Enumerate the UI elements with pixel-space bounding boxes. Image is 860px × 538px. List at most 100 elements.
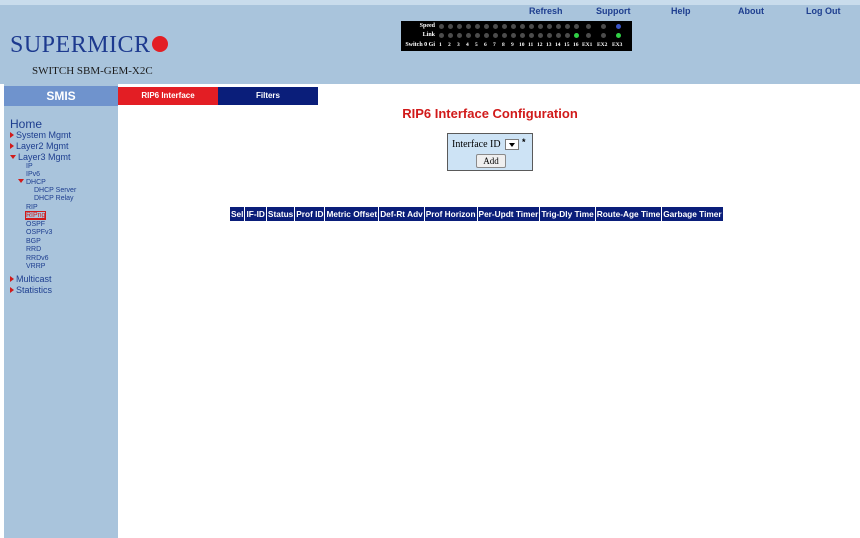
- home-link[interactable]: Home: [10, 117, 42, 131]
- speed-led-11: [529, 24, 534, 29]
- port-number-11: 11: [528, 42, 534, 48]
- link-led-10: [520, 33, 525, 38]
- col-header-metric-offset: Metric Offset: [324, 206, 380, 222]
- link-led-1: [439, 33, 444, 38]
- tab-rip6-interface[interactable]: RIP6 Interface: [118, 87, 218, 105]
- nav-system-mgmt[interactable]: System Mgmt: [10, 130, 71, 140]
- speed-led-5: [475, 24, 480, 29]
- page-title: RIP6 Interface Configuration: [402, 106, 578, 121]
- speed-led-14: [556, 24, 561, 29]
- top-links: Refresh Support Help About Log Out: [0, 6, 860, 20]
- col-header-prof-id: Prof ID: [294, 206, 326, 222]
- interface-form: Interface ID * Add: [447, 133, 533, 171]
- port-row-label: Switch 0 Gi: [405, 42, 435, 48]
- port-number-6: 6: [484, 42, 487, 48]
- logo-red-dot: [151, 36, 168, 52]
- add-button[interactable]: Add: [476, 154, 506, 168]
- speed-led-8: [502, 24, 507, 29]
- interface-id-select[interactable]: [505, 139, 519, 150]
- port-number-16: 16: [573, 42, 579, 48]
- port-number-13: 13: [546, 42, 552, 48]
- port-number-15: 15: [564, 42, 570, 48]
- nav-layer2-mgmt[interactable]: Layer2 Mgmt: [10, 141, 69, 151]
- link-led-8: [502, 33, 507, 38]
- speed-led-1: [439, 24, 444, 29]
- nav-ip[interactable]: IP: [26, 163, 33, 170]
- nav-dhcp[interactable]: DHCP: [18, 179, 46, 186]
- link-led-4: [466, 33, 471, 38]
- speed-led-12: [538, 24, 543, 29]
- nav-rip[interactable]: RIP: [26, 204, 38, 211]
- col-header-garbage-timer: Garbage Timer: [661, 206, 724, 222]
- table-header-row: Sel IF-ID Status Prof ID Metric Offset D…: [228, 206, 724, 222]
- expanded-arrow-icon: [10, 155, 16, 159]
- nav-layer3-mgmt[interactable]: Layer3 Mgmt: [10, 152, 71, 162]
- nav-dhcp-relay[interactable]: DHCP Relay: [34, 195, 74, 202]
- port-number-ex1: EX1: [582, 42, 593, 48]
- support-link[interactable]: Support: [596, 6, 631, 16]
- nav-ospfv3[interactable]: OSPFv3: [26, 229, 52, 236]
- supermicro-logo: SUPERMICR: [10, 30, 168, 60]
- help-link[interactable]: Help: [671, 6, 691, 16]
- port-number-ex2: EX2: [597, 42, 608, 48]
- link-led-14: [556, 33, 561, 38]
- speed-led-7: [493, 24, 498, 29]
- switch-model-name: SWITCH SBM-GEM-X2C: [32, 65, 153, 77]
- link-led-7: [493, 33, 498, 38]
- link-led-5: [475, 33, 480, 38]
- link-led-ex3: [616, 33, 621, 38]
- collapsed-arrow-icon: [10, 276, 14, 282]
- nav-rrdv6[interactable]: RRDv6: [26, 255, 49, 262]
- port-number-row: Switch 0 Gi 1 2 3 4 5 6 7 8 9 10 11 12 1…: [401, 41, 632, 50]
- speed-row: Speed: [401, 22, 632, 31]
- port-number-8: 8: [502, 42, 505, 48]
- speed-led-15: [565, 24, 570, 29]
- col-header-if-id: IF-ID: [244, 206, 267, 222]
- link-led-9: [511, 33, 516, 38]
- nav-multicast[interactable]: Multicast: [10, 274, 52, 284]
- rip6-interface-table: Sel IF-ID Status Prof ID Metric Offset D…: [228, 206, 724, 222]
- nav-rrd[interactable]: RRD: [26, 246, 41, 253]
- speed-led-2: [448, 24, 453, 29]
- port-number-2: 2: [448, 42, 451, 48]
- link-led-16: [574, 33, 579, 38]
- col-header-status: Status: [265, 206, 296, 222]
- nav-ospf[interactable]: OSPF: [26, 221, 45, 228]
- expanded-arrow-icon: [18, 179, 24, 183]
- speed-led-3: [457, 24, 462, 29]
- nav-dhcp-server[interactable]: DHCP Server: [34, 187, 76, 194]
- smis-header: SMIS: [4, 86, 118, 106]
- sidebar: SMIS Home System Mgmt Layer2 Mgmt Layer3…: [4, 84, 118, 538]
- port-number-3: 3: [457, 42, 460, 48]
- header-top-strip: [0, 0, 860, 5]
- link-led-15: [565, 33, 570, 38]
- nav-ipv6[interactable]: IPv6: [26, 171, 40, 178]
- speed-led-4: [466, 24, 471, 29]
- chevron-down-icon: [509, 143, 515, 147]
- speed-led-9: [511, 24, 516, 29]
- nav-vrrp[interactable]: VRRP: [26, 263, 45, 270]
- speed-led-ex1: [586, 24, 591, 29]
- col-header-def-rt-adv: Def-Rt Adv: [378, 206, 425, 222]
- collapsed-arrow-icon: [10, 132, 14, 138]
- refresh-link[interactable]: Refresh: [529, 6, 563, 16]
- port-number-1: 1: [439, 42, 442, 48]
- link-led-2: [448, 33, 453, 38]
- link-row-label: Link: [422, 32, 435, 38]
- nav-ripng[interactable]: RIPng: [24, 211, 47, 220]
- nav-statistics[interactable]: Statistics: [10, 285, 52, 295]
- port-number-9: 9: [511, 42, 514, 48]
- header-banner: SUPERMICR SWITCH SBM-GEM-X2C Refresh Sup…: [0, 0, 860, 84]
- speed-led-ex3: [616, 24, 621, 29]
- port-number-10: 10: [519, 42, 525, 48]
- speed-led-16: [574, 24, 579, 29]
- nav-bgp[interactable]: BGP: [26, 238, 41, 245]
- logout-link[interactable]: Log Out: [806, 6, 841, 16]
- interface-id-label: Interface ID: [452, 139, 501, 150]
- link-led-3: [457, 33, 462, 38]
- speed-row-label: Speed: [419, 23, 435, 29]
- link-led-11: [529, 33, 534, 38]
- tab-filters[interactable]: Filters: [218, 87, 318, 105]
- about-link[interactable]: About: [738, 6, 764, 16]
- col-header-trig-dly-time: Trig-Dly Time: [539, 206, 596, 222]
